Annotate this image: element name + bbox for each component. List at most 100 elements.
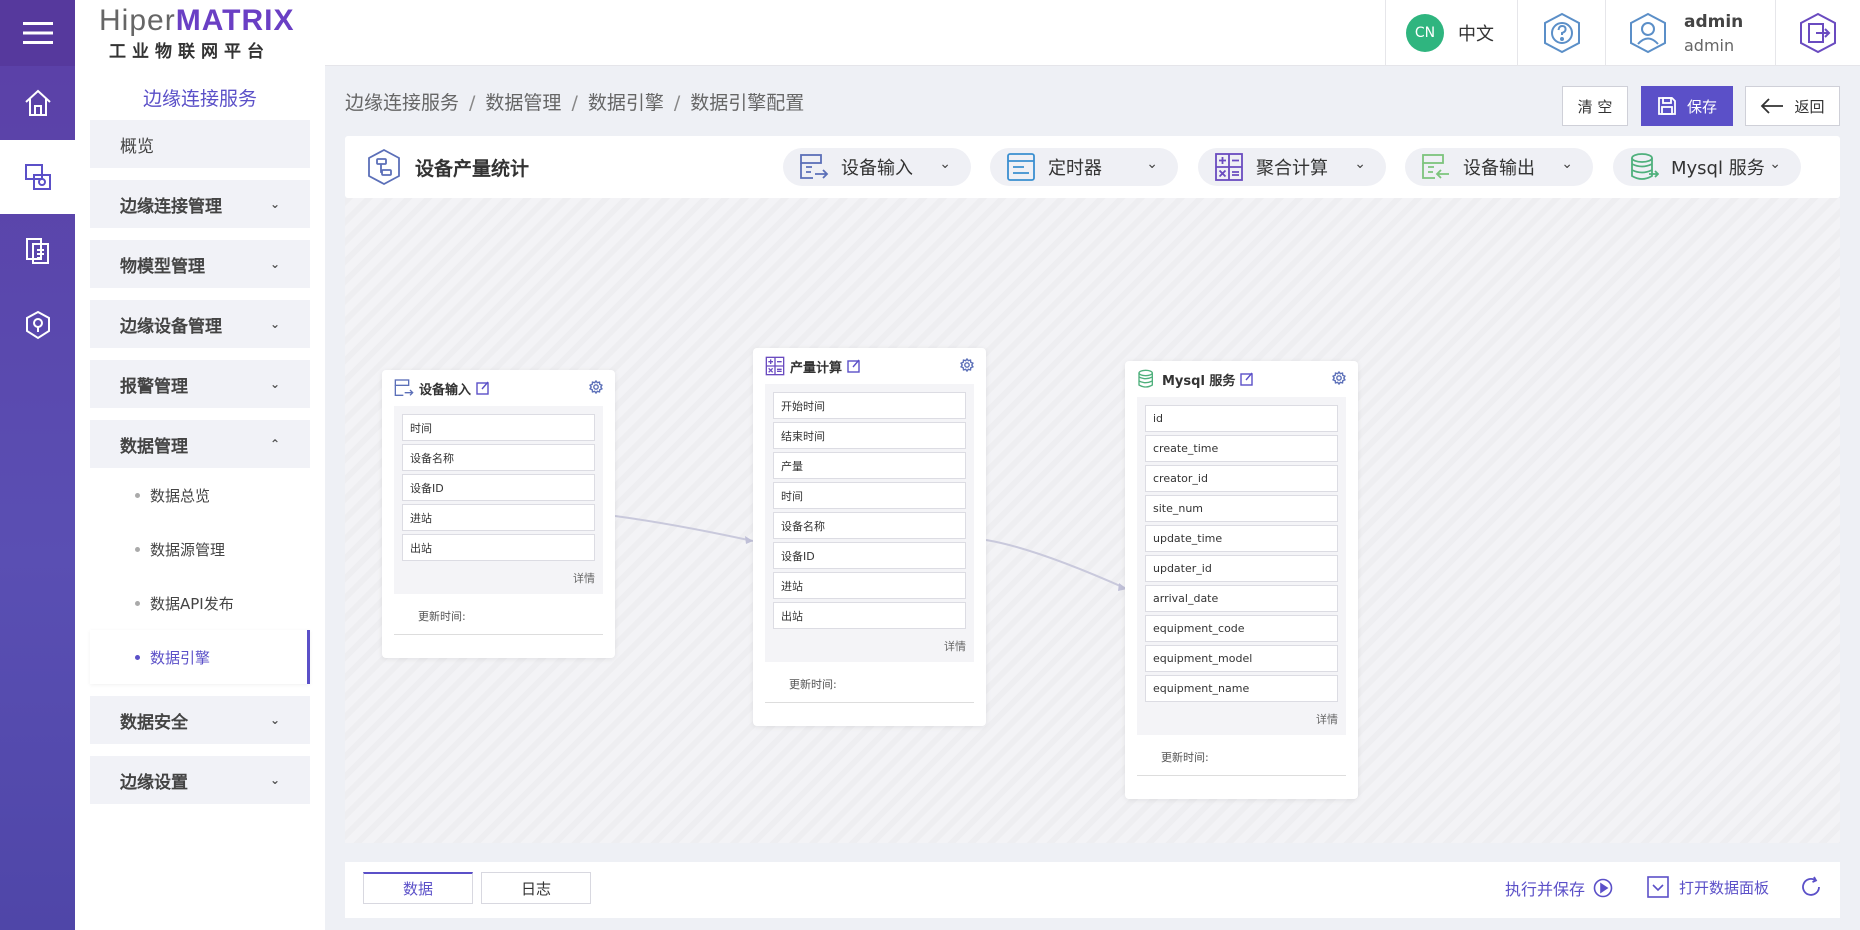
sidebar-item-edge-device[interactable]: 边缘设备管理 ⌄ bbox=[90, 300, 310, 348]
language-switch[interactable]: CN 中文 bbox=[1385, 0, 1517, 66]
logo: HiperMATRIX 工业物联网平台 bbox=[75, 0, 325, 66]
breadcrumb-item[interactable]: 数据引擎 bbox=[588, 92, 664, 114]
hamburger-menu-icon[interactable] bbox=[0, 0, 75, 66]
gear-icon[interactable] bbox=[1332, 371, 1346, 385]
sidebar-subitem-data-engine[interactable]: 数据引擎 bbox=[90, 630, 310, 684]
sidebar-subitem-label: 数据API发布 bbox=[150, 594, 234, 613]
sidebar-subitem-label: 数据源管理 bbox=[150, 540, 226, 559]
node-footer bbox=[765, 702, 974, 726]
node-detail-link[interactable]: 详情 bbox=[402, 564, 595, 590]
sidebar-subitem-data-overview[interactable]: 数据总览 bbox=[90, 468, 310, 522]
open-data-panel-button[interactable]: 打开数据面板 bbox=[1647, 876, 1769, 898]
breadcrumb-item[interactable]: 边缘连接服务 bbox=[345, 92, 459, 114]
sidebar-item-label: 边缘设备管理 bbox=[120, 316, 222, 337]
gear-icon[interactable] bbox=[960, 358, 974, 372]
node-field: 设备ID bbox=[773, 542, 966, 569]
node-field: 出站 bbox=[402, 534, 595, 561]
tab-log[interactable]: 日志 bbox=[481, 872, 591, 904]
breadcrumb: 边缘连接服务 / 数据管理 / 数据引擎 / 数据引擎配置 bbox=[345, 92, 805, 114]
run-and-save-button[interactable]: 执行并保存 bbox=[1505, 876, 1613, 900]
tool-device-input[interactable]: 设备输入 ⌄ bbox=[783, 148, 971, 186]
tool-label: 设备输出 bbox=[1463, 158, 1535, 179]
user-menu[interactable]: admin admin bbox=[1605, 0, 1775, 66]
device-input-icon bbox=[394, 378, 414, 398]
sidebar-item-data-management[interactable]: 数据管理 ⌃ bbox=[90, 420, 310, 468]
tab-label: 日志 bbox=[520, 879, 551, 898]
user-role: admin bbox=[1684, 35, 1735, 55]
tool-label: 聚合计算 bbox=[1256, 158, 1328, 179]
node-field: equipment_name bbox=[1145, 675, 1338, 702]
sidebar-item-label: 数据安全 bbox=[120, 712, 188, 733]
tab-data[interactable]: 数据 bbox=[363, 872, 473, 904]
bullet-icon bbox=[135, 546, 140, 552]
node-field: updater_id bbox=[1145, 555, 1338, 582]
run-save-label: 执行并保存 bbox=[1505, 880, 1586, 899]
flow-title: 设备产量统计 bbox=[365, 148, 529, 186]
sidebar: HiperMATRIX 工业物联网平台 边缘连接服务 概览 边缘连接管理 ⌄ 物模… bbox=[75, 0, 325, 930]
document-icon[interactable] bbox=[0, 214, 75, 288]
edit-icon[interactable] bbox=[1240, 372, 1254, 386]
node-field: 结束时间 bbox=[773, 422, 966, 449]
sidebar-subitem-label: 数据总览 bbox=[150, 486, 211, 505]
node-production-calc[interactable]: 产量计算 开始时间 结束时间 产量 时间 设备名称 设备ID 进站 出站 详情 … bbox=[753, 348, 986, 726]
sidebar-item-label: 报警管理 bbox=[120, 376, 188, 397]
sidebar-item-thing-model[interactable]: 物模型管理 ⌄ bbox=[90, 240, 310, 288]
play-circle-icon bbox=[1593, 878, 1613, 898]
node-detail-link[interactable]: 详情 bbox=[773, 632, 966, 658]
sidebar-item-edge-settings[interactable]: 边缘设置 ⌄ bbox=[90, 756, 310, 804]
refresh-icon[interactable] bbox=[1800, 876, 1822, 898]
node-field: site_num bbox=[1145, 495, 1338, 522]
tool-timer[interactable]: 定时器 ⌄ bbox=[990, 148, 1178, 186]
flow-canvas[interactable]: 设备输入 时间 设备名称 设备ID 进站 出站 详情 更新时间: 产量计算 开始… bbox=[345, 198, 1840, 843]
flow-toolbar: 设备产量统计 设备输入 ⌄ 定时器 ⌄ 聚合计算 ⌄ 设备输出 ⌄ Mysql … bbox=[345, 136, 1840, 198]
node-updated-time: 更新时间: bbox=[418, 610, 466, 623]
gear-icon[interactable] bbox=[589, 380, 603, 394]
connection-service-icon[interactable] bbox=[0, 140, 75, 214]
tool-label: 设备输入 bbox=[841, 158, 913, 179]
edit-icon[interactable] bbox=[847, 359, 861, 373]
back-button[interactable]: 返回 bbox=[1745, 86, 1840, 126]
node-device-input[interactable]: 设备输入 时间 设备名称 设备ID 进站 出站 详情 更新时间: bbox=[382, 370, 615, 658]
sidebar-item-alarm[interactable]: 报警管理 ⌄ bbox=[90, 360, 310, 408]
home-icon[interactable] bbox=[0, 66, 75, 140]
node-field: 进站 bbox=[402, 504, 595, 531]
tool-mysql[interactable]: Mysql 服务 ⌄ bbox=[1613, 148, 1801, 186]
node-detail-link[interactable]: 详情 bbox=[1145, 705, 1338, 731]
node-footer bbox=[394, 634, 603, 658]
security-icon[interactable] bbox=[0, 288, 75, 362]
chevron-down-icon: ⌄ bbox=[939, 156, 951, 172]
node-field: equipment_model bbox=[1145, 645, 1338, 672]
sidebar-item-label: 数据管理 bbox=[120, 436, 188, 457]
sidebar-item-overview[interactable]: 概览 bbox=[90, 120, 310, 168]
node-updated-time: 更新时间: bbox=[1161, 751, 1209, 764]
device-input-icon bbox=[799, 152, 829, 182]
edit-icon[interactable] bbox=[476, 381, 490, 395]
tool-device-output[interactable]: 设备输出 ⌄ bbox=[1405, 148, 1593, 186]
save-icon bbox=[1657, 96, 1677, 116]
save-button-label: 保存 bbox=[1686, 97, 1717, 116]
tool-aggregate[interactable]: 聚合计算 ⌄ bbox=[1198, 148, 1386, 186]
node-title: 设备输入 bbox=[419, 382, 472, 398]
calculator-icon bbox=[1214, 152, 1244, 182]
chevron-down-icon: ⌄ bbox=[1769, 156, 1781, 172]
clear-button[interactable]: 清 空 bbox=[1562, 86, 1628, 126]
sidebar-subitem-data-api[interactable]: 数据API发布 bbox=[90, 576, 310, 630]
breadcrumb-item[interactable]: 数据管理 bbox=[485, 92, 561, 114]
node-updated-time: 更新时间: bbox=[789, 678, 837, 691]
sidebar-item-data-security[interactable]: 数据安全 ⌄ bbox=[90, 696, 310, 744]
bottom-panel-bar: 数据 日志 执行并保存 打开数据面板 bbox=[345, 862, 1840, 918]
help-icon[interactable] bbox=[1517, 0, 1605, 66]
sidebar-subitem-data-source[interactable]: 数据源管理 bbox=[90, 522, 310, 576]
calculator-icon bbox=[765, 356, 785, 376]
sidebar-item-edge-connection[interactable]: 边缘连接管理 ⌄ bbox=[90, 180, 310, 228]
sidebar-item-label: 边缘连接管理 bbox=[120, 196, 222, 217]
chevron-up-icon: ⌃ bbox=[269, 437, 280, 451]
save-button[interactable]: 保存 bbox=[1641, 86, 1733, 126]
chevron-down-icon: ⌄ bbox=[1561, 156, 1573, 172]
logout-icon[interactable] bbox=[1775, 0, 1860, 66]
node-field: 时间 bbox=[773, 482, 966, 509]
database-icon bbox=[1137, 369, 1157, 389]
chevron-down-icon: ⌄ bbox=[1354, 156, 1366, 172]
node-mysql-service[interactable]: Mysql 服务 id create_time creator_id site_… bbox=[1125, 361, 1358, 799]
tool-label: 定时器 bbox=[1048, 158, 1102, 179]
